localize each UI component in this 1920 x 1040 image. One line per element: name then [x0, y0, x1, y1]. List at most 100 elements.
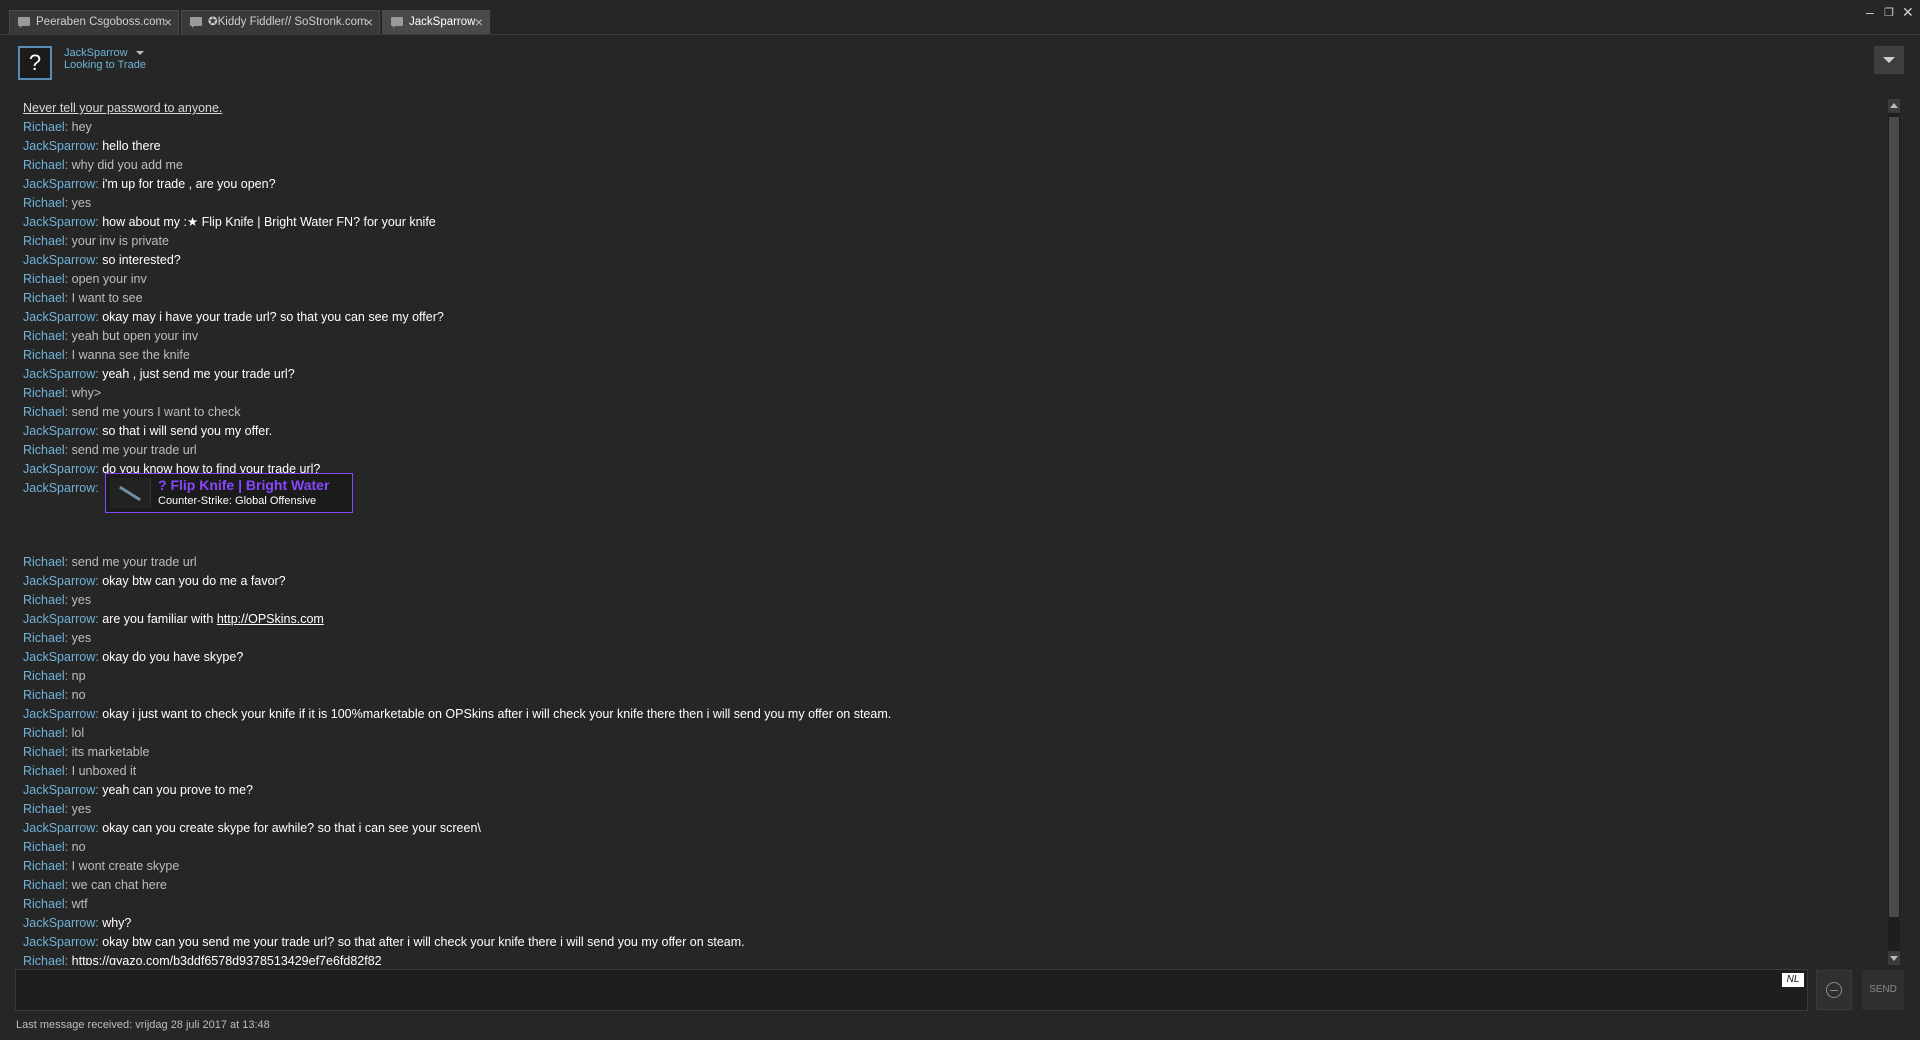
chat-message: JackSparrow: okay btw can you do me a fa…	[23, 574, 286, 588]
message-text: we can chat here	[71, 878, 167, 892]
message-sender[interactable]: JackSparrow	[23, 707, 95, 721]
message-input[interactable]	[15, 969, 1808, 1011]
item-game: Counter-Strike: Global Offensive	[158, 495, 317, 507]
message-text: open your inv	[71, 272, 147, 286]
message-text: so that i will send you my offer.	[102, 424, 273, 438]
message-text: yeah but open your inv	[71, 329, 199, 343]
message-link[interactable]: https://gyazo.com/b3ddf6578d9378513429ef…	[72, 954, 382, 965]
message-sender[interactable]: JackSparrow	[23, 574, 95, 588]
chat-icon	[190, 17, 202, 28]
message-sender[interactable]: JackSparrow	[23, 139, 95, 153]
message-sender[interactable]: Richael	[23, 386, 65, 400]
chat-message: Richael: yes	[23, 631, 92, 645]
close-icon[interactable]: ×	[365, 11, 373, 33]
message-sender[interactable]: JackSparrow	[23, 650, 95, 664]
chat-message: Richael: yeah but open your inv	[23, 329, 199, 343]
message-text: wtf	[71, 897, 88, 911]
message-sender[interactable]: JackSparrow	[23, 462, 95, 476]
chat-message: Richael: I wont create skype	[23, 859, 180, 873]
chat-message: Richael: send me yours I want to check	[23, 405, 241, 419]
restore-button[interactable]: ❐	[1884, 6, 1894, 19]
item-name: ? Flip Knife | Bright Water	[158, 477, 330, 493]
message-text: yes	[71, 593, 92, 607]
message-sender[interactable]: Richael	[23, 291, 65, 305]
message-sender[interactable]: Richael	[23, 859, 65, 873]
message-text: why?	[102, 916, 132, 930]
message-sender[interactable]: Richael	[23, 196, 65, 210]
message-sender[interactable]: Richael	[23, 348, 65, 362]
message-text: send me your trade url	[71, 443, 197, 457]
message-sender[interactable]: Richael	[23, 954, 65, 965]
message-sender[interactable]: Richael	[23, 840, 65, 854]
message-sender[interactable]: JackSparrow	[23, 424, 95, 438]
message-sender[interactable]: Richael	[23, 745, 65, 759]
message-sender[interactable]: JackSparrow	[23, 215, 95, 229]
contact-name[interactable]: JackSparrow	[64, 47, 144, 59]
chat-message: Richael: yes	[23, 196, 92, 210]
message-text: i'm up for trade , are you open?	[102, 177, 276, 191]
message-sender[interactable]: Richael	[23, 726, 65, 740]
message-sender[interactable]: Richael	[23, 329, 65, 343]
message-sender[interactable]: Richael	[23, 802, 65, 816]
scroll-up-arrow-icon[interactable]	[1888, 99, 1900, 113]
message-text: lol	[71, 726, 85, 740]
tab-label: ✪Kiddy Fiddler// SoStronk.com	[208, 16, 367, 28]
message-text: hey	[71, 120, 92, 134]
chat-message: Richael: lol	[23, 726, 85, 740]
message-sender[interactable]: Richael	[23, 669, 65, 683]
message-text: hello there	[102, 139, 161, 153]
message-sender[interactable]: Richael	[23, 443, 65, 457]
minimize-button[interactable]: –	[1866, 4, 1874, 20]
message-sender[interactable]: Richael	[23, 764, 65, 778]
chat-options-dropdown[interactable]	[1874, 46, 1904, 74]
chat-message: JackSparrow: why?	[23, 916, 132, 930]
tab-kiddy-fiddler[interactable]: ✪Kiddy Fiddler// SoStronk.com ×	[181, 10, 380, 34]
chat-message: JackSparrow: okay i just want to check y…	[23, 707, 892, 721]
message-sender[interactable]: Richael	[23, 272, 65, 286]
chat-scrollbar[interactable]	[1888, 99, 1900, 965]
chat-message: Richael: no	[23, 688, 86, 702]
message-text: yes	[71, 802, 92, 816]
message-sender[interactable]: JackSparrow	[23, 916, 95, 930]
message-text: are you familiar with http://OPSkins.com	[102, 612, 324, 626]
message-sender[interactable]: Richael	[23, 158, 65, 172]
scroll-thumb[interactable]	[1889, 117, 1899, 917]
message-text: okay may i have your trade url? so that …	[102, 310, 444, 324]
message-text: okay btw can you send me your trade url?…	[102, 935, 745, 949]
message-sender[interactable]: JackSparrow	[23, 367, 95, 381]
tab-jacksparrow[interactable]: JackSparrow ×	[382, 10, 490, 34]
message-text: https://gyazo.com/b3ddf6578d9378513429ef…	[72, 954, 382, 965]
chat-message: Richael: send me your trade url	[23, 443, 197, 457]
scroll-down-arrow-icon[interactable]	[1888, 951, 1900, 965]
message-sender[interactable]: Richael	[23, 878, 65, 892]
item-message: JackSparrow: ? Flip Knife | Bright Water…	[23, 473, 1883, 553]
message-sender[interactable]: JackSparrow	[23, 821, 95, 835]
message-sender[interactable]: Richael	[23, 555, 65, 569]
message-sender[interactable]: JackSparrow	[23, 935, 95, 949]
message-link[interactable]: http://OPSkins.com	[217, 612, 324, 626]
message-sender[interactable]: JackSparrow	[23, 481, 95, 495]
send-button[interactable]: SEND	[1862, 970, 1904, 1010]
message-sender[interactable]: JackSparrow	[23, 310, 95, 324]
message-sender[interactable]: Richael	[23, 593, 65, 607]
chat-icon	[18, 17, 30, 28]
tab-peeraben[interactable]: Peeraben Csgoboss.com ×	[9, 10, 179, 34]
item-card[interactable]: ? Flip Knife | Bright Water Counter-Stri…	[105, 473, 353, 513]
message-sender[interactable]: Richael	[23, 405, 65, 419]
close-window-button[interactable]: ✕	[1902, 4, 1914, 21]
message-sender[interactable]: Richael	[23, 897, 65, 911]
close-icon[interactable]: ×	[475, 11, 483, 33]
message-sender[interactable]: Richael	[23, 688, 65, 702]
message-sender[interactable]: Richael	[23, 631, 65, 645]
message-sender[interactable]: JackSparrow	[23, 177, 95, 191]
avatar[interactable]: ?	[18, 46, 52, 80]
message-sender[interactable]: Richael	[23, 234, 65, 248]
message-sender[interactable]: Richael	[23, 120, 65, 134]
message-text: why did you add me	[71, 158, 183, 172]
close-icon[interactable]: ×	[164, 11, 172, 33]
emoticon-button[interactable]	[1816, 970, 1852, 1010]
message-sender[interactable]: JackSparrow	[23, 783, 95, 797]
message-text: yeah can you prove to me?	[102, 783, 253, 797]
message-sender[interactable]: JackSparrow	[23, 612, 95, 626]
message-sender[interactable]: JackSparrow	[23, 253, 95, 267]
